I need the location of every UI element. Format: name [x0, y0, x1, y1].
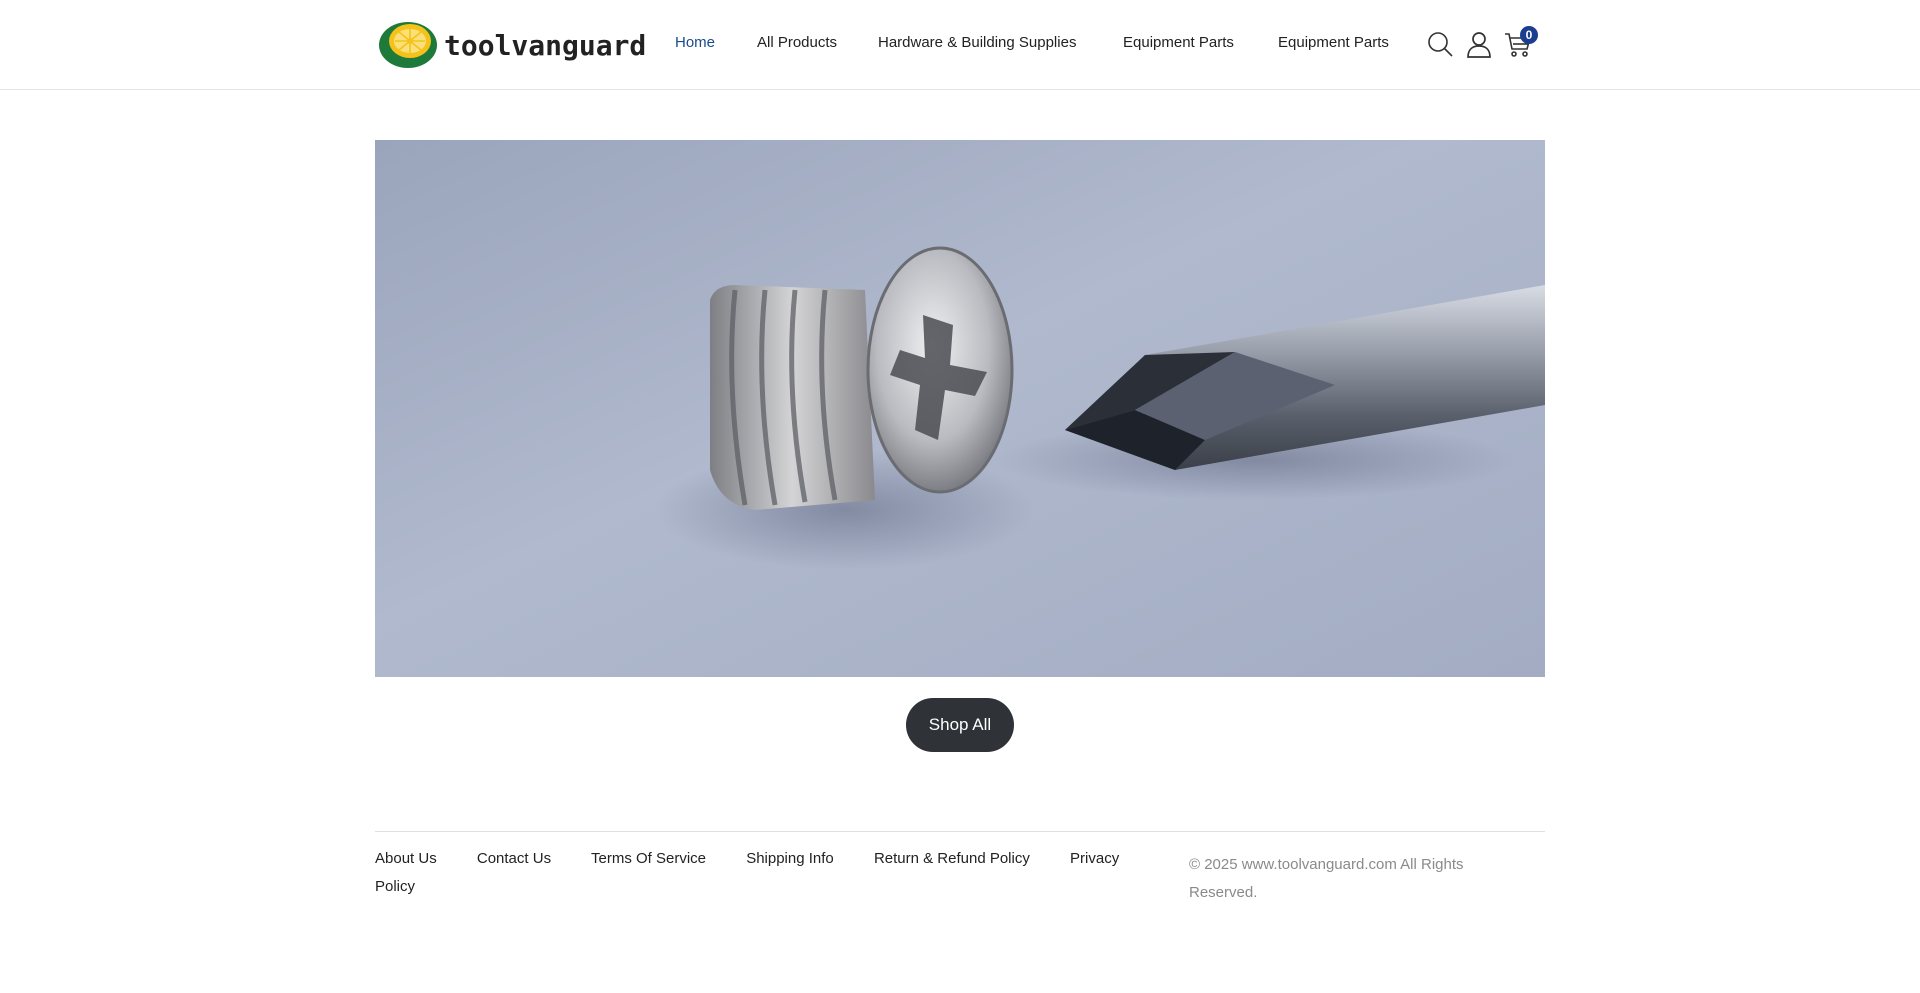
footer-link-terms-of-service[interactable]: Terms Of Service: [591, 850, 706, 867]
search-button[interactable]: [1426, 30, 1454, 58]
account-button[interactable]: [1465, 30, 1493, 58]
nav-item-equipment-parts-2[interactable]: Equipment Parts: [1278, 34, 1389, 51]
footer-link-about-us[interactable]: About Us: [375, 850, 437, 867]
nav-item-equipment-parts[interactable]: Equipment Parts: [1123, 34, 1234, 51]
brand-logo[interactable]: toolvanguard: [378, 20, 646, 70]
nav-item-hardware-building-supplies[interactable]: Hardware & Building Supplies: [878, 34, 1076, 51]
screw-and-screwdriver-photo: [375, 140, 1545, 677]
footer-link-shipping-info[interactable]: Shipping Info: [746, 850, 834, 867]
footer-link-contact-us[interactable]: Contact Us: [477, 850, 551, 867]
nav-item-home[interactable]: Home: [675, 34, 715, 51]
search-icon: [1428, 32, 1453, 57]
cart-button[interactable]: 0: [1504, 26, 1538, 58]
hero-banner[interactable]: [375, 140, 1545, 677]
copyright-text: © 2025 www.toolvanguard.com All Rights R…: [1189, 856, 1464, 901]
user-icon: [1467, 32, 1491, 58]
cart-count-badge: 0: [1520, 26, 1538, 44]
footer-divider: [375, 831, 1545, 832]
footer-links: About Us Contact Us Terms Of Service Shi…: [375, 845, 1155, 901]
site-header: toolvanguard Home All Products Hardware …: [0, 0, 1920, 90]
logo-text: toolvanguard: [444, 28, 647, 62]
shop-all-button[interactable]: Shop All: [906, 698, 1014, 752]
nav-item-all-products[interactable]: All Products: [757, 34, 837, 51]
footer-link-return-refund-policy[interactable]: Return & Refund Policy: [874, 850, 1030, 867]
logo-icon: [379, 22, 437, 68]
